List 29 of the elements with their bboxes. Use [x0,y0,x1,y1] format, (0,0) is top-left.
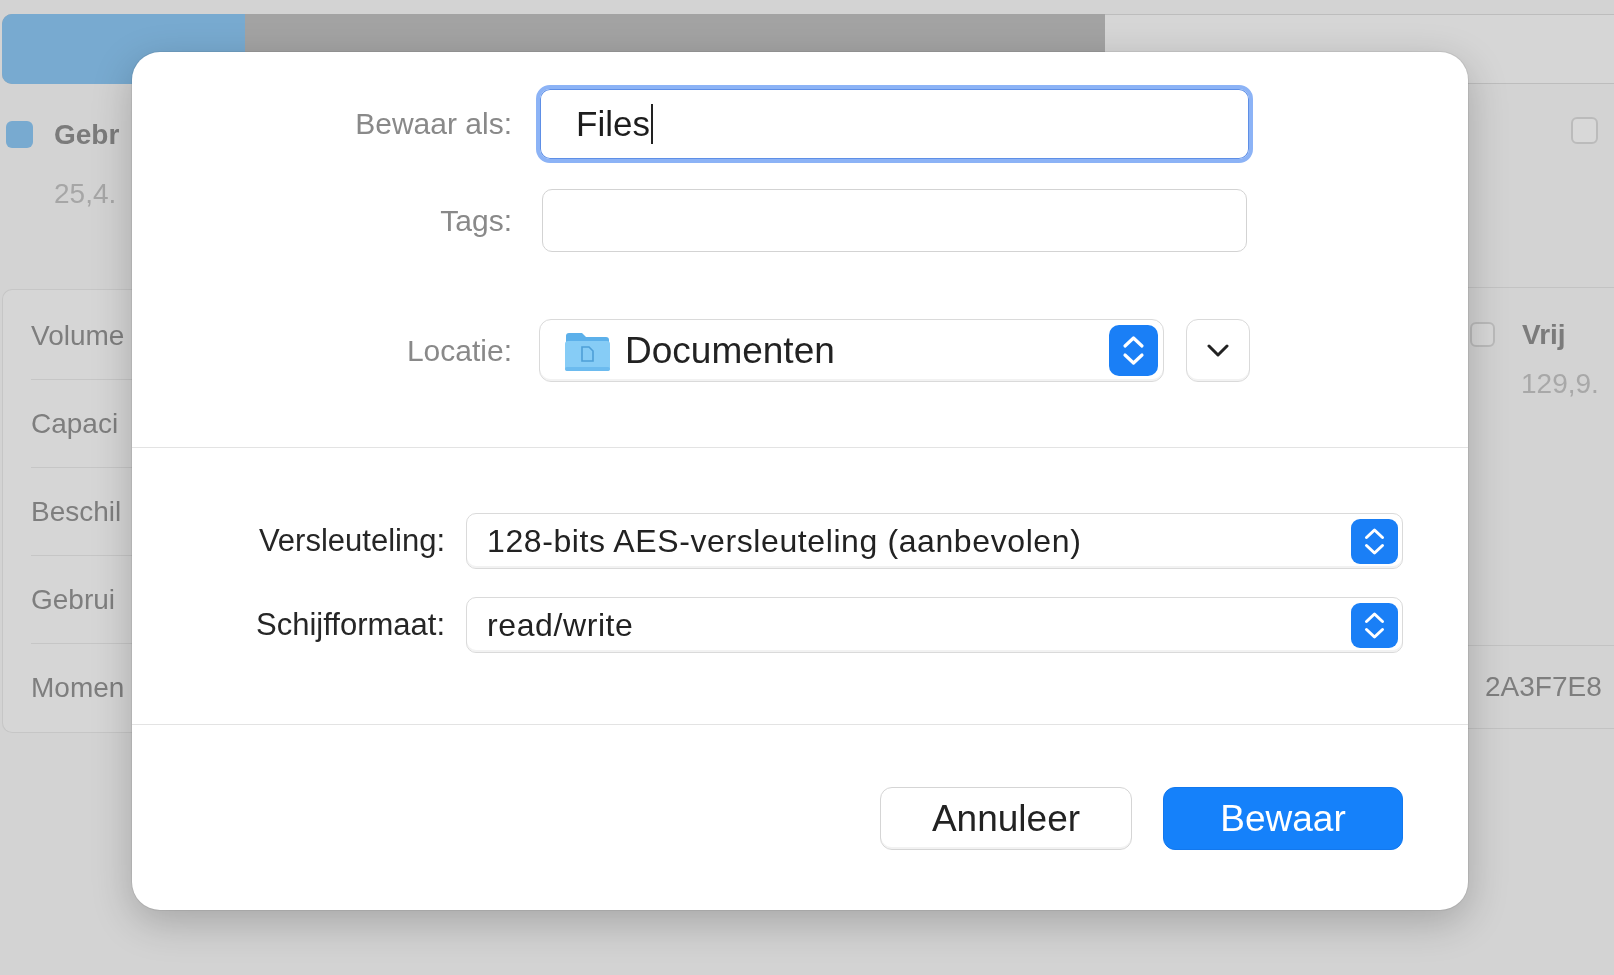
save-button[interactable]: Bewaar [1163,787,1403,850]
field-label: Locatie: [406,333,512,368]
option-popup[interactable]: 128-bits AES-versleuteling (aanbevolen) [466,513,1403,569]
field-label: Tags: [440,203,512,238]
info-label: Gebrui [31,582,116,617]
stepper-arrows-icon [1351,602,1398,648]
info-label: Beschil [31,494,122,529]
empty-swatch-icon [1571,117,1598,144]
option-label: Schijfformaat: [256,607,445,643]
legend-label: Vrij [1522,317,1566,352]
text-field[interactable] [542,189,1247,252]
chevron-down-icon [1207,344,1229,357]
stepper-arrows-icon [1109,325,1158,376]
folder-icon [565,330,610,371]
info-value: 2A3F7E8 [1485,670,1602,704]
legend-label: Gebr [54,117,120,152]
cancel-button[interactable]: Annuleer [880,787,1132,850]
stepper-arrows-icon [1351,518,1398,564]
info-label: Capaci [31,406,119,441]
info-label: Momen [31,671,125,705]
location-popup[interactable]: Documenten [539,319,1164,382]
expand-button[interactable] [1186,319,1250,382]
empty-swatch-icon [1470,322,1495,347]
option-popup[interactable]: read/write [466,597,1403,653]
option-label: Versleuteling: [258,523,445,559]
info-label: Volume [31,318,125,353]
field-label: Bewaar als: [355,107,512,141]
text-field[interactable]: Files [536,85,1253,163]
text-cursor-icon [650,104,653,144]
